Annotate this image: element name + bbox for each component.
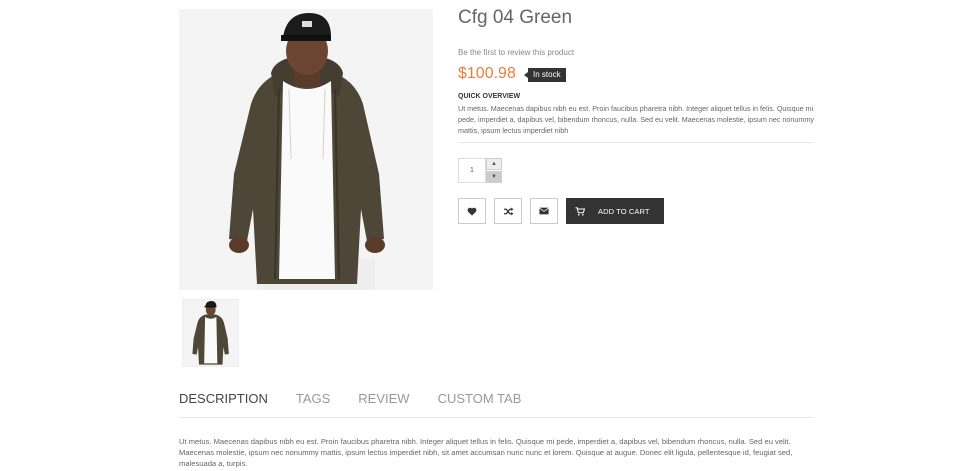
quick-overview-text: Ut metus. Maecenas dapibus nibh eu est. … [458,104,814,135]
tab-tags[interactable]: TAGS [296,391,330,406]
quick-overview-title: QUICK OVERVIEW [458,93,521,100]
compare-button[interactable] [494,198,522,224]
product-main-image [179,9,433,290]
tab-review[interactable]: REVIEW [358,391,409,406]
add-to-cart-button[interactable]: ADD TO CART [566,198,664,224]
product-tabs: DESCRIPTION TAGS REVIEW CUSTOM TAB [179,391,549,406]
shuffle-icon [503,206,513,216]
product-title: Cfg 04 Green [458,7,573,28]
heart-icon [467,207,477,216]
caret-down-icon: ▼ [491,174,497,180]
stock-badge: In stock [524,68,566,82]
tab-divider [179,417,814,418]
caret-up-icon: ▲ [491,161,497,167]
envelope-icon [539,207,549,215]
tab-custom[interactable]: CUSTOM TAB [438,391,522,406]
cart-icon [566,206,594,216]
quantity-increase-button[interactable]: ▲ [486,158,502,170]
tab-description[interactable]: DESCRIPTION [179,391,268,406]
description-text: Ut metus. Maecenas dapibus nibh eu est. … [179,437,793,468]
add-to-cart-label: ADD TO CART [598,206,650,216]
product-thumbnail[interactable] [182,299,239,367]
review-link[interactable]: Be the first to review this product [458,48,574,57]
divider [458,142,814,143]
wishlist-button[interactable] [458,198,486,224]
quantity-decrease-button[interactable]: ▼ [486,171,502,183]
quantity-input[interactable] [458,158,486,183]
product-price: $100.98 [458,65,516,82]
email-button[interactable] [530,198,558,224]
